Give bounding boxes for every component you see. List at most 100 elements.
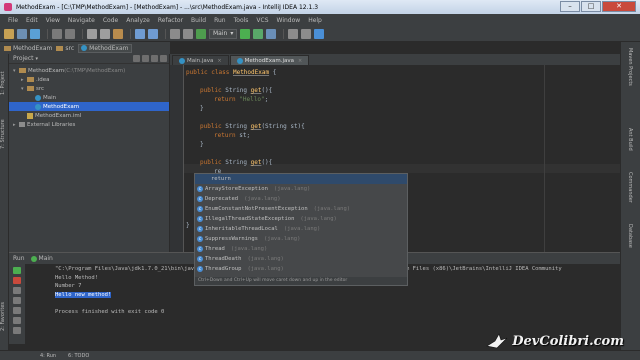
stop-icon[interactable] xyxy=(13,277,21,284)
run-config-select[interactable]: Main ▾ xyxy=(209,28,238,39)
coverage-icon[interactable] xyxy=(266,28,277,39)
save-all-icon[interactable] xyxy=(17,28,27,39)
editor-tab-label: Main.java xyxy=(187,57,214,64)
run-config-tab[interactable]: Main xyxy=(39,255,53,262)
find-icon[interactable] xyxy=(135,28,145,39)
breadcrumb-label: MethodExam xyxy=(89,44,129,52)
class-icon: c xyxy=(197,206,203,212)
menu-item-edit[interactable]: Edit xyxy=(22,17,42,24)
run-config-icon xyxy=(30,255,37,262)
method-name: get xyxy=(250,159,262,166)
tool-tab-ant[interactable]: Ant Build xyxy=(627,128,633,151)
todo-tool-button[interactable]: 6: TODO xyxy=(68,353,89,359)
completion-item[interactable]: c SuppressWarnings (java.lang) xyxy=(195,234,407,244)
menu-item-analyze[interactable]: Analyze xyxy=(122,17,154,24)
copy-icon[interactable] xyxy=(100,28,110,39)
menu-item-file[interactable]: File xyxy=(4,17,22,24)
completion-item[interactable]: c ThreadGroup (java.lang) xyxy=(195,264,407,274)
open-folder-icon[interactable] xyxy=(4,28,14,39)
close-tab-icon[interactable]: × xyxy=(298,58,302,64)
completion-item[interactable]: return xyxy=(195,174,407,184)
completion-item[interactable]: c Thread (java.lang) xyxy=(195,244,407,254)
completion-item[interactable]: c ThreadDeath (java.lang) xyxy=(195,254,407,264)
close-tab-icon[interactable]: × xyxy=(217,58,221,64)
tree-item[interactable]: Main xyxy=(9,93,169,102)
project-view-selector[interactable]: Project xyxy=(13,55,34,62)
type-name: String xyxy=(225,159,251,166)
completion-item[interactable]: c InheritableThreadLocal (java.lang) xyxy=(195,224,407,234)
menu-item-refactor[interactable]: Refactor xyxy=(154,17,187,24)
cut-icon[interactable] xyxy=(87,28,97,39)
completion-item[interactable]: c ArrayStoreException (java.lang) xyxy=(195,184,407,194)
tree-item[interactable]: ▸ .idea xyxy=(9,75,169,84)
settings-icon[interactable] xyxy=(288,28,299,39)
undo-icon[interactable] xyxy=(52,28,62,39)
folder-icon xyxy=(27,86,34,91)
keyword: return xyxy=(214,96,240,103)
editor-tab[interactable]: MethodExam.java × xyxy=(229,55,310,65)
debug-icon[interactable] xyxy=(253,28,264,39)
sync-icon[interactable] xyxy=(30,28,40,39)
string-literal: "Hello" xyxy=(239,96,265,103)
close-button[interactable]: ✕ xyxy=(602,1,636,12)
forward-icon[interactable] xyxy=(183,28,193,39)
tree-item[interactable]: MethodExam.iml xyxy=(9,111,169,120)
menu-item-view[interactable]: View xyxy=(42,17,64,24)
folder-icon xyxy=(19,68,26,73)
menu-item-vcs[interactable]: VCS xyxy=(252,17,272,24)
completion-item[interactable]: c Deprecated (java.lang) xyxy=(195,194,407,204)
tool-tab-database[interactable]: Database xyxy=(627,224,633,248)
intellij-app-icon xyxy=(4,3,12,11)
run-icon[interactable] xyxy=(240,28,251,39)
completion-item[interactable]: c IllegalThreadStateException (java.lang) xyxy=(195,214,407,224)
pin-icon[interactable] xyxy=(13,327,21,334)
menu-item-navigate[interactable]: Navigate xyxy=(64,17,99,24)
project-structure-icon[interactable] xyxy=(301,28,312,39)
watermark-text: DevColibri.com xyxy=(512,333,624,349)
breadcrumb-class[interactable]: MethodExam xyxy=(78,43,132,53)
breadcrumb-project[interactable]: MethodExam xyxy=(4,45,52,52)
completion-popup[interactable]: return c ArrayStoreException (java.lang) c De… xyxy=(194,173,408,286)
make-project-icon[interactable] xyxy=(196,28,206,39)
clear-icon[interactable] xyxy=(13,317,21,324)
class-icon xyxy=(81,45,88,51)
chevron-down-icon[interactable]: ▾ xyxy=(36,56,39,62)
console-line: Hello new method! xyxy=(55,291,614,301)
completion-item[interactable]: c EnumConstantNotPresentException (java.la… xyxy=(195,204,407,214)
settings-icon[interactable] xyxy=(151,55,158,62)
replace-icon[interactable] xyxy=(148,28,158,39)
code-line: return st; xyxy=(214,132,250,139)
tree-item[interactable]: ▾ MethodExam (C:\TMP\MethodExam) xyxy=(9,66,169,75)
run-tool-button[interactable]: 4: Run xyxy=(40,353,56,359)
tree-item[interactable]: ▸ External Libraries xyxy=(9,120,169,129)
rerun-icon[interactable] xyxy=(13,267,21,274)
scroll-to-end-icon[interactable] xyxy=(13,297,21,304)
menu-item-run[interactable]: Run xyxy=(210,17,230,24)
print-icon[interactable] xyxy=(13,307,21,314)
redo-icon[interactable] xyxy=(65,28,75,39)
minimize-button[interactable]: – xyxy=(560,1,580,12)
menu-item-build[interactable]: Build xyxy=(187,17,210,24)
paste-icon[interactable] xyxy=(113,28,123,39)
tree-item[interactable]: ▾ src xyxy=(9,84,169,93)
scroll-from-source-icon[interactable] xyxy=(133,55,140,62)
hide-icon[interactable] xyxy=(160,55,167,62)
tool-tab-commander[interactable]: Commander xyxy=(627,172,633,203)
editor-tab[interactable]: Main.java × xyxy=(172,55,229,65)
breadcrumb-src[interactable]: src xyxy=(56,45,74,52)
menu-item-window[interactable]: Window xyxy=(273,17,305,24)
pause-icon[interactable] xyxy=(13,287,21,294)
menu-item-code[interactable]: Code xyxy=(99,17,122,24)
console-text: Process finished with exit code 0 xyxy=(55,308,165,315)
maximize-button[interactable]: □ xyxy=(581,1,601,12)
menu-item-help[interactable]: Help xyxy=(304,17,326,24)
tool-tab-favorites[interactable]: 2: Favorites xyxy=(0,294,9,338)
help-icon[interactable] xyxy=(314,28,325,39)
collapse-all-icon[interactable] xyxy=(142,55,149,62)
tree-item[interactable]: MethodExam xyxy=(9,102,169,111)
back-icon[interactable] xyxy=(170,28,180,39)
tool-tab-structure[interactable]: 7: Structure xyxy=(0,114,9,154)
tool-tab-project[interactable]: 1: Project xyxy=(0,60,9,106)
tool-tab-maven[interactable]: Maven Projects xyxy=(627,48,633,86)
menu-item-tools[interactable]: Tools xyxy=(230,17,253,24)
